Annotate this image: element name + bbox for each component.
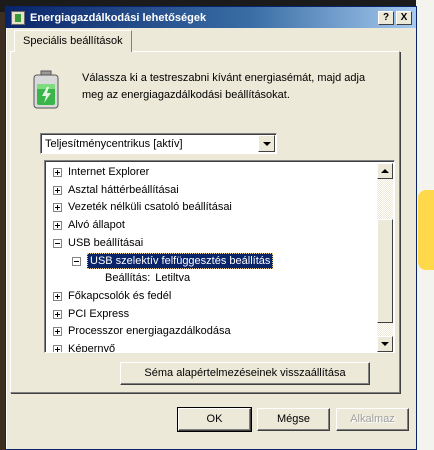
cancel-button[interactable]: Mégse — [257, 408, 330, 431]
tree-item[interactable]: Alvó állapot — [53, 217, 125, 234]
collapse-icon[interactable] — [72, 256, 81, 266]
tree-item[interactable]: Beállítás: Letiltva — [105, 270, 190, 287]
tree-item-label: Alvó állapot — [68, 219, 125, 232]
ok-button[interactable]: OK — [177, 407, 252, 432]
tree-item[interactable]: USB beállításai — [53, 235, 143, 252]
close-button[interactable]: X — [396, 10, 412, 25]
vertical-scrollbar[interactable] — [377, 163, 393, 352]
expand-icon[interactable] — [53, 345, 62, 352]
tab-advanced-settings[interactable]: Speciális beállítások — [14, 30, 132, 52]
power-plan-value: Teljesítménycentrikus [aktív] — [45, 137, 183, 150]
window-title: Energiagazdálkodási lehetőségek — [30, 11, 207, 24]
tree-item[interactable]: USB szelektív felfüggesztés beállítás — [72, 253, 274, 270]
tree-item[interactable]: Asztal háttérbeállításai — [53, 182, 179, 199]
tree-item-value[interactable]: Letiltva — [155, 270, 190, 287]
title-bar[interactable]: Energiagazdálkodási lehetőségek ? X — [6, 7, 416, 28]
expand-icon[interactable] — [53, 309, 62, 319]
background-right — [416, 0, 434, 450]
collapse-icon[interactable] — [53, 238, 62, 248]
settings-tree-list: Internet Explorer Asztal háttérbeállítása… — [47, 163, 377, 352]
restore-defaults-button[interactable]: Séma alapértelmezéseinek visszaállítása — [120, 362, 370, 385]
scroll-thumb[interactable] — [377, 219, 393, 323]
tree-item-label: PCI Express — [68, 307, 130, 320]
help-button[interactable]: ? — [378, 10, 394, 25]
expand-icon[interactable] — [53, 185, 62, 195]
scroll-up-button[interactable] — [377, 163, 393, 179]
tree-item[interactable]: PCI Express — [53, 306, 129, 323]
scroll-down-button[interactable] — [377, 336, 393, 352]
tree-item-label: USB szelektív felfüggesztés beállítás — [87, 253, 274, 269]
intro-text: Válassza ki a testreszabni kívánt energi… — [82, 72, 366, 101]
power-plan-select[interactable]: Teljesítménycentrikus [aktív] — [40, 133, 277, 154]
tree-item-label: Képernyő — [68, 343, 116, 352]
expand-icon[interactable] — [53, 327, 62, 337]
tree-item-label: Beállítás: — [105, 272, 151, 285]
tree-item[interactable]: Vezeték nélküli csatoló beállításai — [53, 199, 232, 216]
tree-item[interactable]: Képernyő — [53, 341, 115, 352]
expand-icon[interactable] — [53, 221, 62, 231]
tree-item-label: Processzor energiagazdálkodása — [68, 325, 231, 338]
tree-item[interactable]: Főkapcsolók és fedél — [53, 288, 171, 305]
tree-item-label: USB beállításai — [68, 236, 144, 249]
apply-button[interactable]: Alkalmaz — [336, 408, 409, 431]
tree-item[interactable]: Processzor energiagazdálkodása — [53, 323, 231, 340]
power-options-icon — [11, 10, 25, 25]
tree-item[interactable]: Internet Explorer — [53, 164, 149, 181]
expand-icon[interactable] — [53, 291, 62, 301]
tree-item-label: Főkapcsolók és fedél — [68, 289, 172, 302]
expand-icon[interactable] — [53, 168, 62, 177]
settings-tree[interactable]: Internet Explorer Asztal háttérbeállítása… — [44, 160, 395, 353]
expand-icon[interactable] — [53, 203, 62, 213]
chevron-down-icon[interactable] — [258, 135, 275, 152]
tree-item-label: Asztal háttérbeállításai — [68, 183, 179, 196]
background-decoration — [418, 190, 434, 270]
tree-item-label: Vezeték nélküli csatoló beállításai — [68, 201, 232, 214]
battery-icon — [33, 70, 59, 109]
tree-item-label: Internet Explorer — [68, 166, 150, 178]
